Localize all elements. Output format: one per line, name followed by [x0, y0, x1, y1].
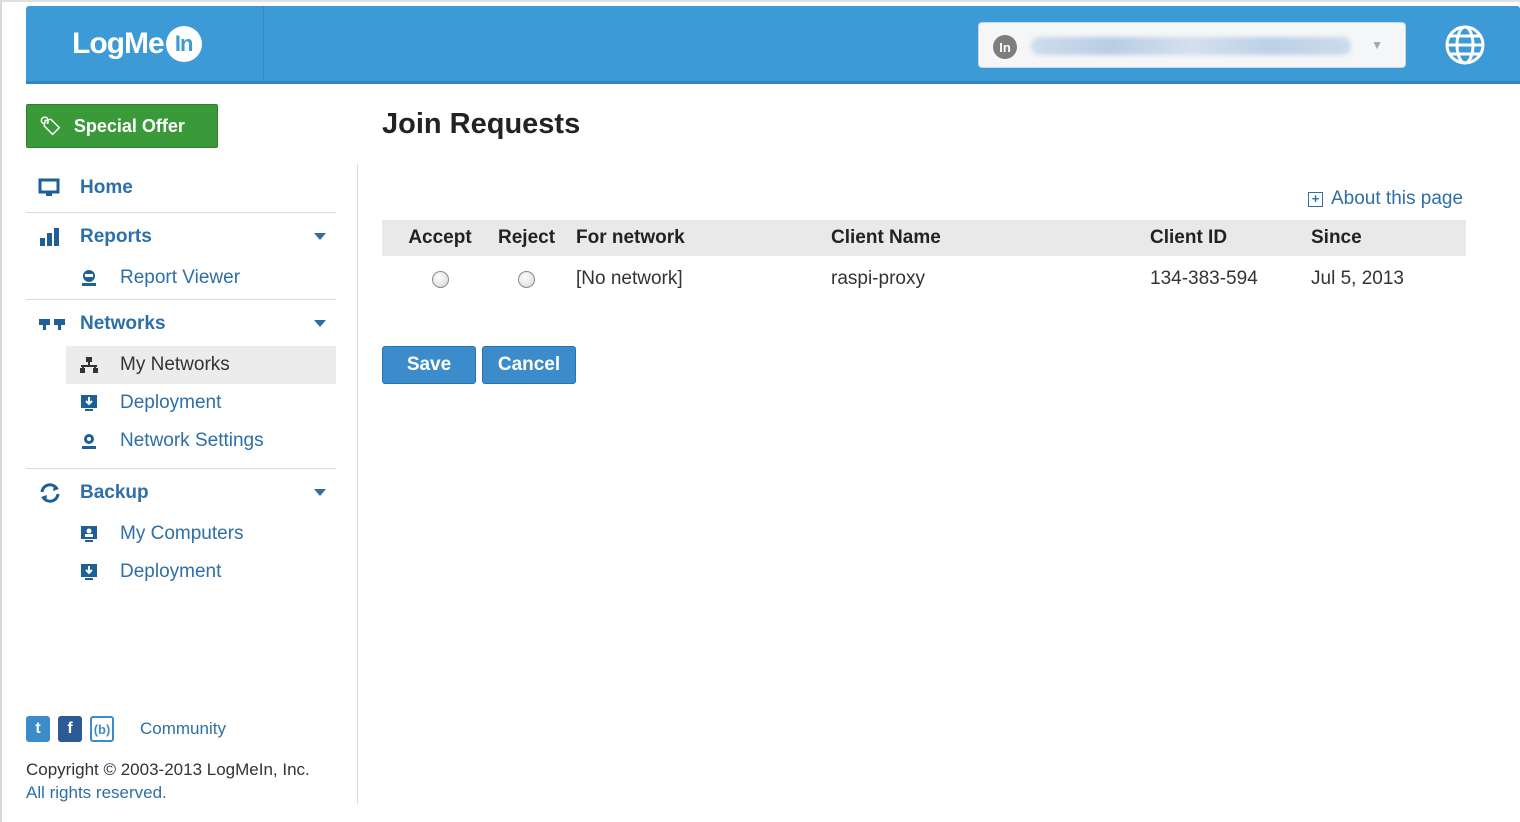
expand-plus-icon: +: [1308, 191, 1323, 207]
sidebar-item-label: My Networks: [120, 354, 230, 375]
chevron-down-icon[interactable]: [314, 489, 326, 496]
sidebar-item-backup-deployment[interactable]: Deployment: [26, 553, 336, 591]
computer-icon: [78, 525, 100, 543]
deployment-icon: [78, 563, 100, 581]
sidebar-item-label: Deployment: [120, 561, 222, 582]
client-id-cell: 134-383-594: [1150, 268, 1258, 289]
table-header: Accept Reject For network Client Name Cl…: [382, 220, 1466, 256]
sidebar-item-label: Home: [80, 177, 133, 198]
sidebar-item-label: Backup: [80, 482, 149, 503]
column-header-for-network: For network: [576, 227, 685, 248]
logmein-logo[interactable]: LogMe In: [72, 26, 202, 62]
deployment-icon: [78, 394, 100, 412]
sidebar-item-network-deployment[interactable]: Deployment: [26, 384, 336, 422]
sidebar-item-backup[interactable]: Backup: [26, 471, 336, 515]
copyright: Copyright © 2003-2013 LogMeIn, Inc. All …: [26, 758, 310, 804]
reject-cell: [498, 270, 576, 288]
column-header-since: Since: [1311, 227, 1362, 248]
special-offer-label: Special Offer: [73, 115, 185, 136]
column-header-client-id: Client ID: [1150, 227, 1228, 248]
refresh-icon: [38, 483, 66, 503]
chevron-down-icon[interactable]: [314, 233, 326, 240]
logo-area: LogMe In: [26, 6, 264, 84]
reject-radio[interactable]: [518, 270, 535, 288]
client-name-cell: raspi-proxy: [831, 268, 925, 289]
divider: [26, 468, 336, 469]
column-header-reject: Reject: [498, 227, 556, 248]
top-header: LogMe In In ▼: [26, 6, 1520, 84]
blog-icon[interactable]: (b): [90, 716, 114, 742]
since-cell: Jul 5, 2013: [1311, 268, 1404, 289]
special-offer-button[interactable]: 🏷 Special Offer: [26, 104, 218, 148]
save-button[interactable]: Save: [382, 346, 476, 384]
report-viewer-icon: [78, 269, 100, 287]
social-links: t f (b) Community: [26, 716, 226, 742]
sidebar: Home Reports Report Viewer Networks My N…: [26, 166, 336, 591]
sidebar-item-my-computers[interactable]: My Computers: [26, 515, 336, 553]
sidebar-item-report-viewer[interactable]: Report Viewer: [26, 259, 336, 297]
about-this-page-link[interactable]: + About this page: [1308, 188, 1463, 210]
facebook-icon[interactable]: f: [58, 716, 82, 742]
logo-text: LogMe: [72, 27, 165, 60]
accept-radio[interactable]: [431, 270, 449, 288]
rights-line: All rights reserved.: [26, 783, 167, 802]
twitter-icon[interactable]: t: [26, 716, 50, 742]
sidebar-item-label: Reports: [80, 226, 152, 247]
divider: [26, 299, 336, 300]
sidebar-item-network-settings[interactable]: Network Settings: [26, 422, 336, 460]
community-link[interactable]: Community: [140, 719, 226, 739]
page-title: Join Requests: [382, 108, 581, 140]
copyright-line: Copyright © 2003-2013 LogMeIn, Inc.: [26, 760, 310, 779]
sidebar-item-home[interactable]: Home: [26, 166, 336, 210]
chevron-down-icon[interactable]: [314, 320, 326, 327]
divider: [26, 212, 336, 213]
column-header-accept: Accept: [408, 227, 472, 248]
sidebar-item-label: My Computers: [120, 523, 244, 544]
network-settings-icon: [78, 432, 100, 450]
bar-chart-icon: [38, 227, 66, 247]
column-header-client-name: Client Name: [831, 227, 941, 248]
accept-cell: [382, 270, 498, 288]
cancel-button[interactable]: Cancel: [482, 346, 576, 384]
about-link-label: About this page: [1331, 188, 1464, 209]
sidebar-item-label: Report Viewer: [120, 267, 241, 288]
sidebar-item-label: Networks: [80, 313, 166, 334]
account-icon: In: [993, 35, 1017, 59]
sidebar-item-reports[interactable]: Reports: [26, 215, 336, 259]
network-tree-icon: [78, 356, 100, 374]
networks-icon: [38, 314, 66, 334]
chevron-down-icon: ▼: [1371, 38, 1383, 52]
globe-icon[interactable]: [1444, 24, 1486, 66]
sidebar-item-label: Deployment: [120, 392, 222, 413]
account-select[interactable]: In ▼: [978, 22, 1406, 68]
sidebar-item-label: Network Settings: [120, 430, 264, 451]
tag-icon: 🏷: [39, 115, 62, 136]
account-value-blurred: [1031, 37, 1351, 55]
for-network-cell: [No network]: [576, 268, 683, 289]
monitor-icon: [38, 178, 66, 198]
logo-badge: In: [165, 26, 202, 62]
sidebar-item-networks[interactable]: Networks: [26, 302, 336, 346]
sidebar-divider: [357, 164, 358, 804]
table-row: [No network] raspi-proxy 134-383-594 Jul…: [382, 256, 1466, 302]
sidebar-item-my-networks[interactable]: My Networks: [66, 346, 336, 384]
join-requests-table: Accept Reject For network Client Name Cl…: [382, 220, 1466, 302]
